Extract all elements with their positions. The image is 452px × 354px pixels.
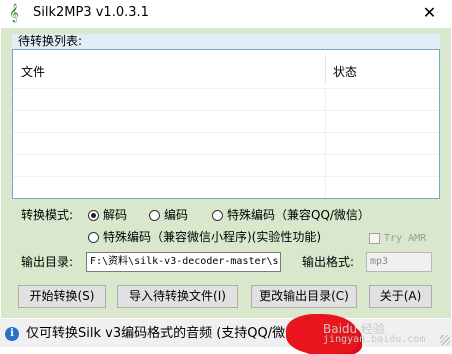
status-text: 仅可转换Silk v3编码格式的音频 (支持QQ/微信): [26, 326, 304, 341]
list-gridline: [13, 176, 439, 177]
radio-special-encode[interactable]: [212, 210, 223, 221]
radio-decode-label[interactable]: 解码: [103, 208, 127, 223]
resize-grip[interactable]: [440, 335, 450, 345]
column-status[interactable]: 状态: [333, 63, 357, 80]
output-format-label: 输出格式:: [302, 255, 355, 269]
title-bar: 𝄞 Silk2MP3 v1.0.3.1 ✕: [0, 0, 452, 28]
output-format-field[interactable]: mp3: [366, 252, 432, 272]
output-dir-label: 输出目录:: [21, 255, 74, 269]
column-gridline: [325, 88, 326, 198]
close-button[interactable]: ✕: [407, 0, 452, 28]
radio-special-encode-miniprogram[interactable]: [88, 232, 99, 243]
change-output-dir-button[interactable]: 更改输出目录(C): [251, 285, 357, 308]
try-amr-checkbox[interactable]: [369, 233, 380, 244]
window-title: Silk2MP3 v1.0.3.1: [33, 5, 149, 20]
try-amr-label: Try AMR: [384, 233, 427, 244]
column-divider: [325, 54, 326, 84]
radio-encode[interactable]: [149, 210, 160, 221]
column-file[interactable]: 文件: [21, 63, 45, 80]
info-icon: i: [5, 327, 19, 341]
radio-decode[interactable]: [88, 210, 99, 221]
file-list[interactable]: 文件 状态: [12, 49, 440, 199]
radio-special-encode-miniprogram-label[interactable]: 特殊编码（兼容微信小程序)(实验性功能): [103, 230, 321, 245]
mode-label: 转换模式:: [21, 208, 74, 222]
start-convert-button[interactable]: 开始转换(S): [18, 285, 106, 308]
about-button[interactable]: 关于(A): [369, 285, 432, 308]
output-dir-field[interactable]: F:\资料\silk-v3-decoder-master\s: [86, 252, 281, 272]
list-header: 待转换列表:: [12, 34, 440, 49]
list-gridline: [13, 132, 439, 133]
music-note-icon: 𝄞: [9, 3, 19, 22]
import-files-button[interactable]: 导入待转换文件(I): [117, 285, 238, 308]
radio-encode-label[interactable]: 编码: [164, 208, 188, 223]
list-column-header: 文件 状态: [13, 50, 439, 88]
list-gridline: [13, 110, 439, 111]
watermark-url: jingyan.baidu.com: [323, 334, 426, 345]
list-gridline: [13, 88, 439, 89]
radio-special-encode-label[interactable]: 特殊编码（兼容QQ/微信）: [227, 208, 370, 223]
list-gridline: [13, 154, 439, 155]
